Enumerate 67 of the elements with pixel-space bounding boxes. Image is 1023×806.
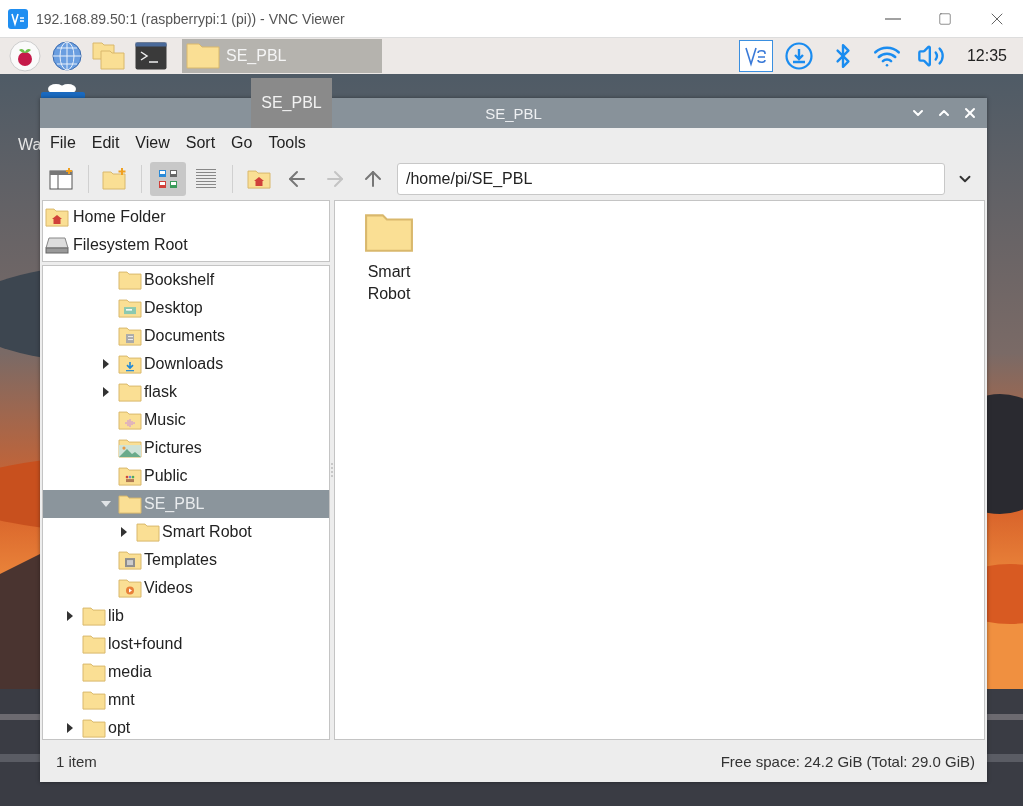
tree-item[interactable]: media [43,658,329,686]
tree-item[interactable]: opt [43,714,329,739]
folder-icon [82,717,106,739]
menu-item[interactable]: File [42,134,84,152]
folder-icon [186,43,220,69]
tree-item[interactable]: Smart Robot [43,518,329,546]
home-folder-icon [45,206,69,228]
item-count: 1 item [56,752,97,770]
tree-item[interactable]: Videos [43,574,329,602]
folder-icon [118,269,142,291]
minimize-icon [885,17,901,20]
tree-item[interactable]: Documents [43,322,329,350]
path-field[interactable]: /home/pi/SE_PBL [397,163,945,195]
viewer-logo-icon [8,8,28,29]
folder-icon [82,689,106,711]
folder-icon [364,211,414,253]
tree-item[interactable]: mnt [43,686,329,714]
places-item[interactable]: Home Folder [43,203,329,231]
tree-item[interactable]: Bookshelf [43,266,329,294]
tree-item[interactable]: lost+found [43,630,329,658]
desktop-folder-icon [118,297,142,319]
tree-item[interactable]: Templates [43,546,329,574]
menu-item[interactable]: Go [223,134,261,152]
folder-icon [118,381,142,403]
maximize-icon [938,11,952,26]
menu-item[interactable]: Edit [83,134,128,152]
folder-icon [82,633,106,655]
desktop-icon-label[interactable]: Wa [18,136,42,154]
window-title: SE_PBL [485,104,542,122]
menu-item[interactable]: Tools [260,134,314,152]
folder-icon [136,521,160,543]
free-space-text: Free space: 24.2 GiB (Total: 29.0 GiB) [720,752,975,770]
music-folder-icon [118,409,142,431]
tree-item[interactable]: Public [43,462,329,490]
tree-item[interactable]: flask [43,378,329,406]
tree-item[interactable]: Desktop [43,294,329,322]
folder-icon [118,493,142,515]
downloads-folder-icon [118,353,142,375]
splitter-handle-icon[interactable] [331,463,333,477]
places-item[interactable]: Filesystem Root [43,231,329,259]
folder-icon [82,605,106,627]
menu-item[interactable]: Sort [177,134,224,152]
folder-icon [82,661,106,683]
templates-folder-icon [118,549,142,571]
tree-item[interactable]: Downloads [43,350,329,378]
icon-view-button[interactable] [150,162,186,196]
tree-item[interactable]: Pictures [43,434,329,462]
videos-folder-icon [118,577,142,599]
icon-view-icon [157,168,179,190]
browser-button[interactable] [50,39,84,73]
home-folder-icon [247,168,271,190]
tooltip: SE_PBL [251,78,332,128]
menu-item[interactable]: View [127,134,178,152]
clock: 12:35 [966,47,1007,65]
drive-icon [45,236,69,254]
list-view-icon [195,168,217,190]
drive-icon[interactable] [40,82,86,100]
pictures-folder-icon [118,437,142,459]
tree-item[interactable]: lib [43,602,329,630]
vnc-tray-icon[interactable] [738,40,773,72]
close-icon [962,105,978,121]
window-title: 192.168.89.50:1 (raspberrypi:1 (pi)) - VNC Viewer [36,10,346,27]
tree-item[interactable]: Music [43,406,329,434]
file-name[interactable]: Smart Robot [367,261,411,305]
public-folder-icon [118,465,142,487]
menu-button[interactable] [8,39,42,73]
documents-folder-icon [118,325,142,347]
